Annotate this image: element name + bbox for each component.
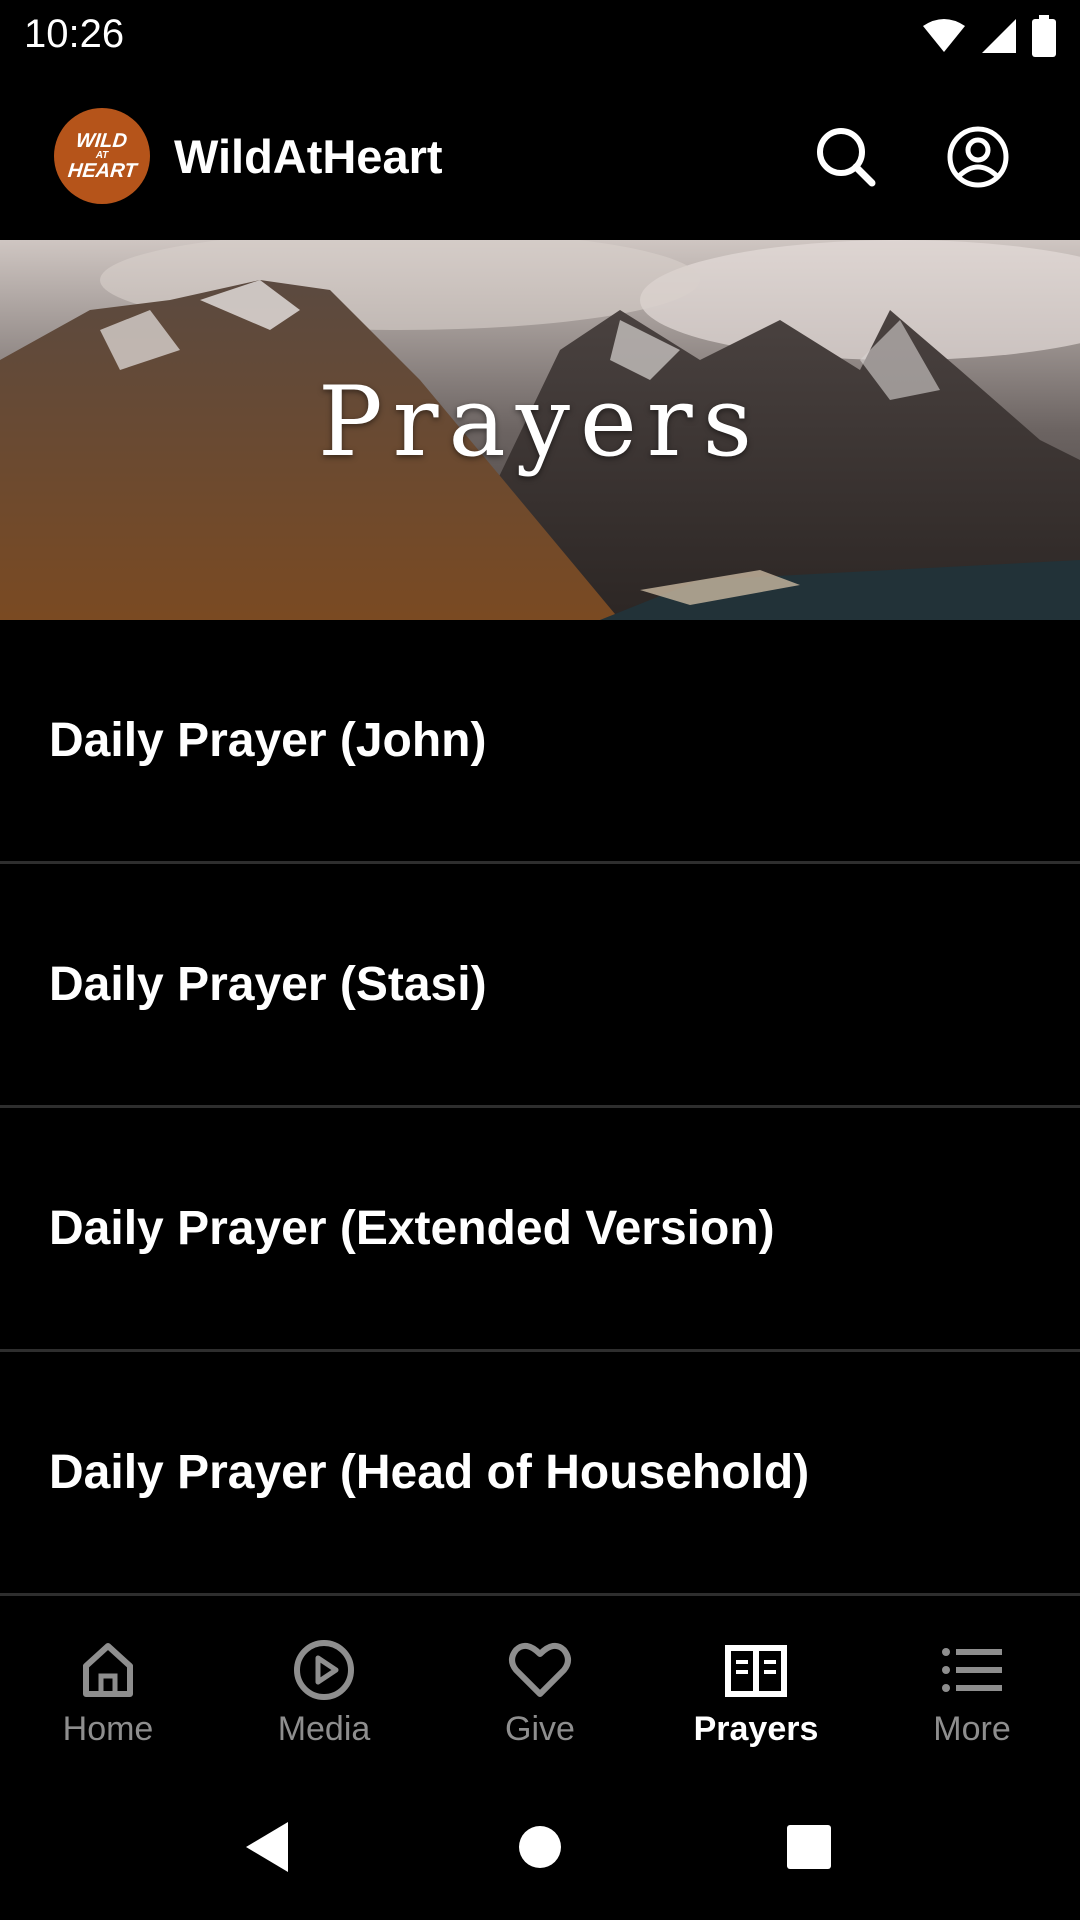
nav-item-give[interactable]: Give (432, 1604, 648, 1772)
nav-label-media: Media (277, 1710, 371, 1748)
status-time: 10:26 (24, 12, 125, 56)
home-circle-icon (519, 1826, 561, 1868)
list-item[interactable]: Daily Prayer (Head of Household) (0, 1352, 1080, 1596)
bottom-navigation: Home Media Give Prayers More (0, 1604, 1080, 1772)
list-item[interactable]: Daily Prayer (John) (0, 620, 1080, 864)
list-item-label: Daily Prayer (John) (49, 714, 487, 767)
back-triangle-icon (246, 1822, 288, 1872)
nav-label-home: Home (62, 1710, 154, 1748)
battery-icon (1032, 15, 1056, 57)
prayer-list: Daily Prayer (John) Daily Prayer (Stasi)… (0, 620, 1080, 1596)
system-home-button[interactable] (495, 1802, 585, 1892)
list-item-label: Daily Prayer (Extended Version) (49, 1202, 775, 1255)
list-item-label: Daily Prayer (Head of Household) (49, 1446, 810, 1499)
cellular-signal-icon (982, 19, 1016, 53)
nav-label-more: More (933, 1710, 1011, 1748)
logo-text-line-1: WILD (75, 130, 129, 152)
app-title: WildAtHeart (174, 130, 443, 183)
status-bar: 10:26 (0, 0, 1080, 72)
wifi-icon (923, 19, 965, 52)
list-item[interactable]: Daily Prayer (Stasi) (0, 864, 1080, 1108)
account-circle-icon (947, 126, 1009, 188)
app-bar: WILD AT HEART WildAtHeart (0, 72, 1080, 240)
nav-item-home[interactable]: Home (0, 1604, 216, 1772)
app-logo[interactable]: WILD AT HEART (54, 108, 150, 204)
status-icons (922, 14, 1056, 58)
hero-title: Prayers (318, 366, 762, 478)
search-button[interactable] (806, 117, 886, 197)
list-item-label: Daily Prayer (Stasi) (49, 958, 487, 1011)
nav-item-media[interactable]: Media (216, 1604, 432, 1772)
system-recents-button[interactable] (764, 1802, 854, 1892)
hero-banner: Prayers (0, 240, 1080, 620)
list-icon (942, 1648, 1002, 1692)
system-navigation-bar (0, 1772, 1080, 1920)
logo-text-line-3: HEART (66, 160, 138, 182)
list-item[interactable]: Daily Prayer (Extended Version) (0, 1108, 1080, 1352)
search-icon (817, 128, 876, 187)
play-circle-icon (294, 1640, 354, 1700)
home-icon (83, 1643, 133, 1697)
nav-label-give: Give (505, 1710, 575, 1748)
recents-square-icon (787, 1825, 831, 1869)
nav-item-prayers[interactable]: Prayers (648, 1604, 864, 1772)
open-book-icon (725, 1645, 787, 1697)
account-button[interactable] (938, 117, 1018, 197)
nav-item-more[interactable]: More (864, 1604, 1080, 1772)
system-back-button[interactable] (222, 1802, 312, 1892)
nav-label-prayers: Prayers (693, 1710, 819, 1748)
heart-icon (509, 1642, 571, 1697)
